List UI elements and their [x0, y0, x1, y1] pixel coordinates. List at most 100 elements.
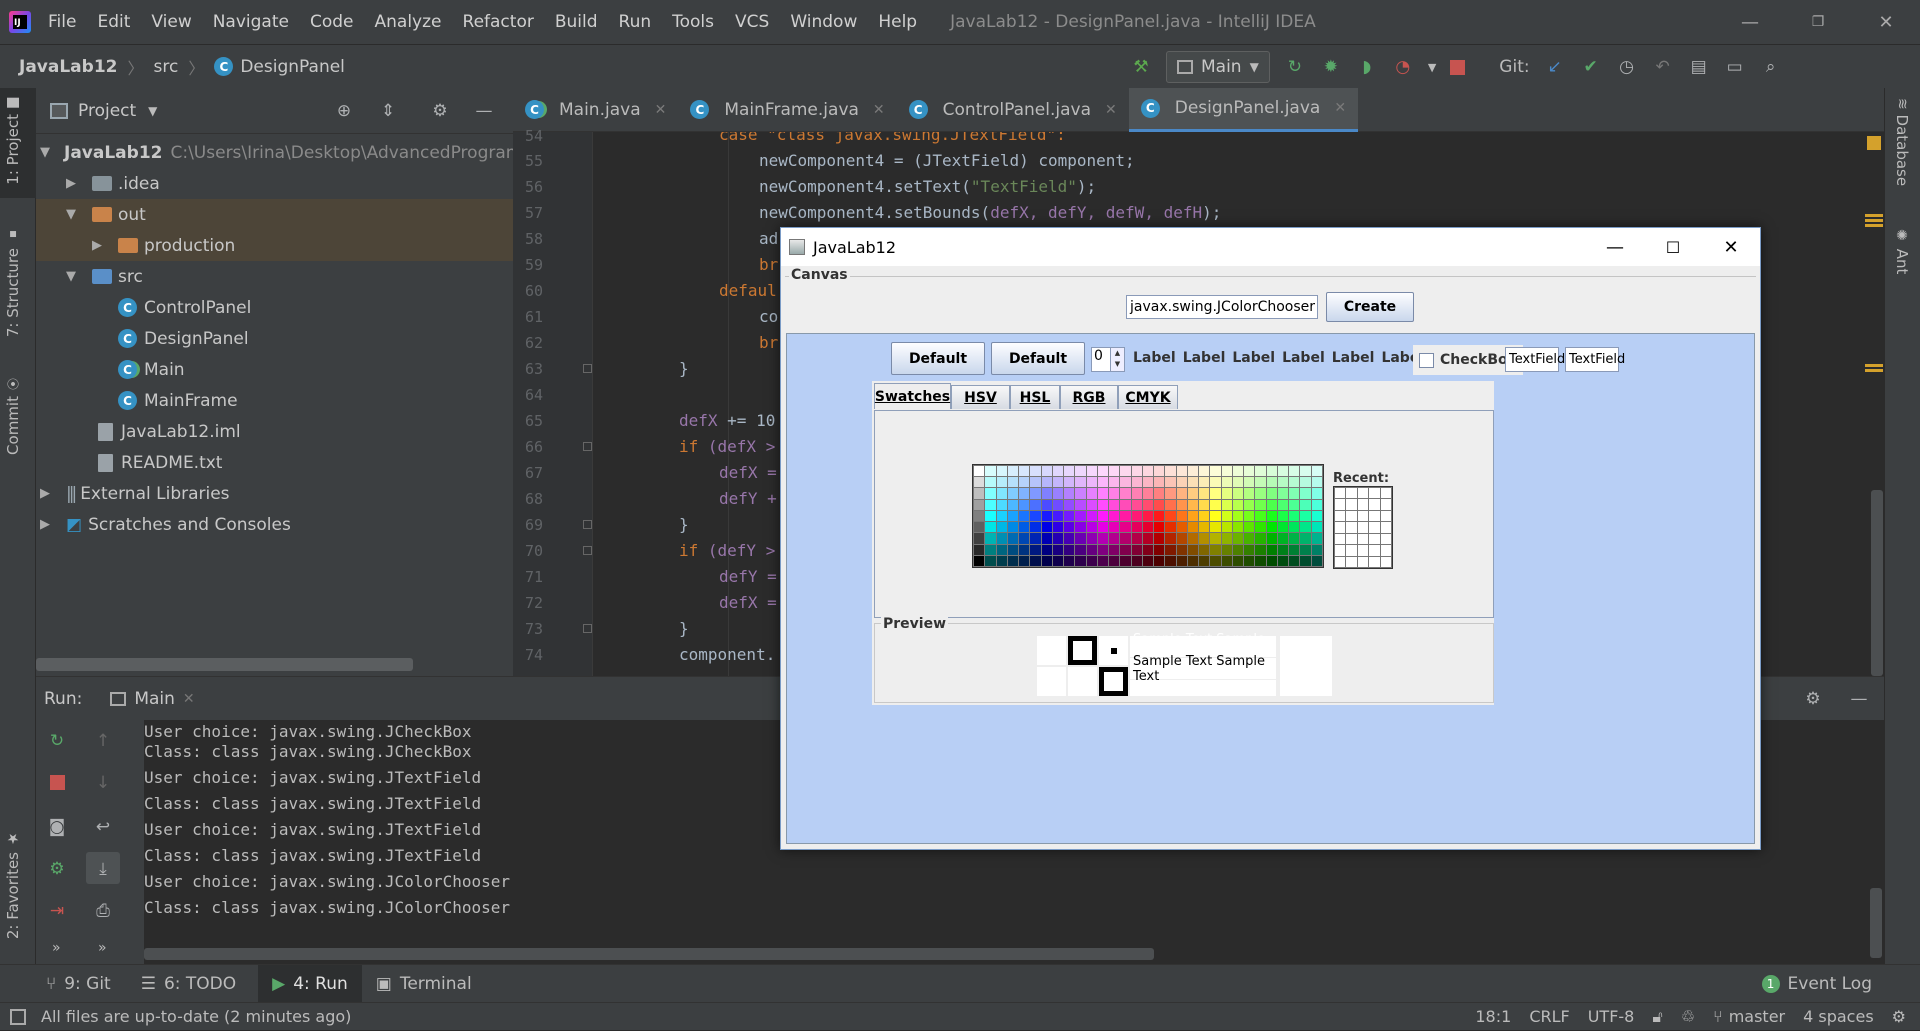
color-swatch[interactable]: [1007, 510, 1019, 522]
color-swatch[interactable]: [1232, 477, 1244, 488]
color-swatch[interactable]: [1120, 544, 1131, 555]
color-swatch[interactable]: [1221, 555, 1232, 566]
recent-swatch[interactable]: [1335, 556, 1346, 567]
color-swatch[interactable]: [1019, 477, 1030, 488]
recent-swatch[interactable]: [1335, 522, 1346, 533]
color-swatch[interactable]: [1064, 544, 1075, 555]
minimize-icon[interactable]: —: [1716, 3, 1784, 41]
gear-icon[interactable]: ⚙: [429, 100, 451, 122]
color-swatch[interactable]: [1187, 499, 1199, 510]
color-swatch[interactable]: [1131, 510, 1142, 522]
color-swatch[interactable]: [1086, 522, 1097, 533]
tool-tab-ant[interactable]: ✺ Ant: [1893, 228, 1911, 274]
color-swatch[interactable]: [1007, 477, 1019, 488]
tool-tab-structure[interactable]: 7: Structure ▪: [4, 228, 22, 337]
tab-cmyk[interactable]: CMYK: [1118, 385, 1178, 409]
color-swatch[interactable]: [1199, 533, 1210, 544]
tab-hsl[interactable]: HSL: [1010, 385, 1060, 409]
color-swatch[interactable]: [1007, 555, 1019, 566]
restore-icon[interactable]: ❐: [1784, 3, 1852, 41]
color-swatch[interactable]: [1052, 533, 1064, 544]
color-swatch[interactable]: [1289, 466, 1300, 477]
recent-swatch-grid[interactable]: [1333, 486, 1393, 569]
run-configuration-select[interactable]: Main ▼: [1166, 51, 1270, 83]
color-swatch[interactable]: [1142, 533, 1154, 544]
vertical-scrollbar[interactable]: [1870, 888, 1882, 958]
color-swatch[interactable]: [1199, 522, 1210, 533]
color-swatch[interactable]: [1255, 544, 1266, 555]
tool-tab-project[interactable]: 1: Project: [4, 98, 22, 185]
color-swatch[interactable]: [1277, 510, 1289, 522]
color-swatch[interactable]: [974, 533, 985, 544]
color-swatch[interactable]: [1154, 522, 1165, 533]
tab-hsv[interactable]: HSV: [951, 385, 1010, 409]
tab-controlpanel-java[interactable]: C ControlPanel.java ✕: [897, 88, 1129, 132]
color-swatch[interactable]: [1142, 510, 1154, 522]
color-swatch[interactable]: [1311, 488, 1322, 499]
menu-code[interactable]: Code: [310, 12, 354, 32]
menu-window[interactable]: Window: [790, 12, 857, 32]
color-swatch[interactable]: [1154, 533, 1165, 544]
color-swatch[interactable]: [1030, 544, 1041, 555]
color-swatch[interactable]: [1187, 533, 1199, 544]
tool-tab-run[interactable]: ▶ 4: Run: [258, 964, 362, 1003]
color-swatch[interactable]: [1086, 510, 1097, 522]
color-swatch[interactable]: [1097, 466, 1109, 477]
color-swatch[interactable]: [1019, 533, 1030, 544]
color-swatch[interactable]: [996, 510, 1007, 522]
color-swatch[interactable]: [1120, 555, 1131, 566]
color-swatch[interactable]: [1142, 555, 1154, 566]
color-swatch[interactable]: [996, 555, 1007, 566]
color-swatch[interactable]: [1165, 544, 1176, 555]
tool-tab-commit[interactable]: Commit ⦿: [4, 378, 22, 455]
color-swatch[interactable]: [1041, 477, 1052, 488]
color-swatch[interactable]: [1041, 466, 1052, 477]
close-tab-icon[interactable]: ✕: [873, 102, 885, 118]
menu-navigate[interactable]: Navigate: [213, 12, 289, 32]
tree-item-designpanel[interactable]: C DesignPanel: [36, 323, 513, 354]
color-swatch[interactable]: [1255, 533, 1266, 544]
color-swatch[interactable]: [1176, 555, 1187, 566]
stop-icon[interactable]: [50, 775, 65, 790]
tool-tab-favorites[interactable]: 2: Favorites ★: [4, 830, 22, 939]
color-swatch[interactable]: [1311, 499, 1322, 510]
color-swatch[interactable]: [985, 466, 996, 477]
color-swatch[interactable]: [1142, 522, 1154, 533]
color-swatch[interactable]: [1300, 466, 1311, 477]
scroll-to-end-icon[interactable]: ⤓: [92, 858, 114, 880]
stop-icon[interactable]: [1450, 59, 1466, 75]
color-swatch[interactable]: [1311, 522, 1322, 533]
menu-help[interactable]: Help: [878, 12, 917, 32]
jtextfield-2[interactable]: TextField: [1565, 347, 1625, 372]
color-swatch[interactable]: [1221, 477, 1232, 488]
error-stripe-mark[interactable]: [1865, 364, 1883, 367]
color-swatch[interactable]: [974, 477, 985, 488]
recent-swatch[interactable]: [1335, 545, 1346, 556]
status-message[interactable]: All files are up-to-date (2 minutes ago): [41, 1007, 351, 1026]
recent-swatch[interactable]: [1369, 533, 1380, 545]
color-swatch[interactable]: [1244, 533, 1255, 544]
close-tab-icon[interactable]: ✕: [183, 691, 195, 707]
run-tab-main[interactable]: Main ✕: [110, 689, 195, 709]
recent-swatch[interactable]: [1357, 545, 1369, 556]
color-swatch[interactable]: [1255, 555, 1266, 566]
tool-tab-terminal[interactable]: ▣ Terminal: [376, 974, 472, 994]
recent-swatch[interactable]: [1346, 499, 1357, 510]
fold-marker-icon[interactable]: [583, 442, 592, 451]
color-swatch[interactable]: [985, 533, 996, 544]
recent-swatch[interactable]: [1380, 545, 1391, 556]
color-swatch[interactable]: [1176, 533, 1187, 544]
breadcrumb-src[interactable]: src: [154, 57, 179, 77]
breadcrumb-project[interactable]: JavaLab12: [19, 57, 117, 77]
collapse-all-icon[interactable]: ⇕: [377, 100, 399, 122]
color-swatch[interactable]: [1277, 533, 1289, 544]
color-swatch[interactable]: [1221, 499, 1232, 510]
color-swatch[interactable]: [1210, 555, 1221, 566]
color-swatch[interactable]: [1142, 488, 1154, 499]
color-swatch[interactable]: [1165, 522, 1176, 533]
recent-swatch[interactable]: [1369, 488, 1380, 499]
color-swatch[interactable]: [1097, 522, 1109, 533]
color-swatch[interactable]: [1244, 555, 1255, 566]
tree-item-external-libraries[interactable]: ▶ ||| External Libraries: [36, 478, 513, 509]
color-swatch[interactable]: [1131, 533, 1142, 544]
